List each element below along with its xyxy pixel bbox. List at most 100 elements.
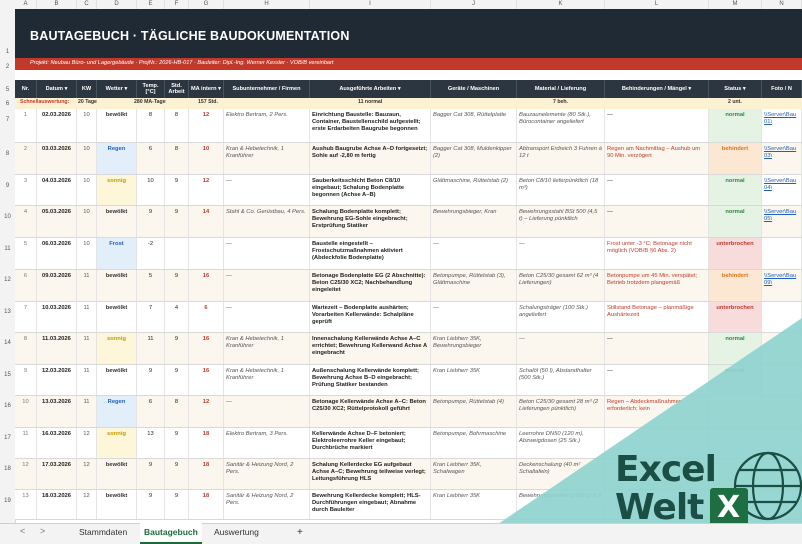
- cell-issues[interactable]: Regen am Nachmittag – Aushub um 90 Min. …: [605, 143, 709, 174]
- cell-material[interactable]: Beton C25/30 gesamt 62 m³ (4 Lieferungen…: [517, 270, 605, 301]
- column-header[interactable]: E: [137, 0, 165, 9]
- cell-work[interactable]: Aushub Baugrube Achse A–D fortgesetzt; S…: [310, 143, 431, 174]
- cell-status[interactable]: normal: [709, 333, 762, 364]
- cell-date[interactable]: 12.03.2026: [37, 365, 77, 395]
- cell-temp[interactable]: 5: [137, 270, 165, 301]
- row-number[interactable]: 13: [0, 309, 15, 315]
- row-number[interactable]: 17: [0, 435, 15, 441]
- cell-issues[interactable]: —: [605, 109, 709, 142]
- cell-status[interactable]: normal: [709, 109, 762, 142]
- cell-equipment[interactable]: Glättmaschine, Rüttelstab (2): [431, 175, 517, 205]
- cell-weather[interactable]: Regen: [97, 396, 137, 427]
- cell-hours[interactable]: 9: [165, 490, 189, 519]
- cell-status[interactable]: normal: [709, 175, 762, 205]
- column-header[interactable]: M: [709, 0, 762, 9]
- cell-subcontractor[interactable]: —: [224, 238, 310, 269]
- cell-issues[interactable]: —: [605, 206, 709, 237]
- cell-nr[interactable]: 4: [15, 206, 37, 237]
- row-number[interactable]: 16: [0, 403, 15, 409]
- cell-equipment[interactable]: Kran Liebherr 35K, Schalwagen: [431, 459, 517, 489]
- cell-status[interactable]: [709, 459, 762, 489]
- cell-weather[interactable]: bewölkt: [97, 270, 137, 301]
- cell-date[interactable]: 17.03.2026: [37, 459, 77, 489]
- header-subcontractor[interactable]: Subunternehmer / Firmen: [224, 80, 310, 98]
- cell-issues[interactable]: Stillstand Betonage – planmäßige Aushärt…: [605, 302, 709, 332]
- cell-photo-link[interactable]: [762, 490, 802, 519]
- row-number[interactable]: 1: [0, 49, 15, 55]
- column-header[interactable]: J: [431, 0, 517, 9]
- cell-work[interactable]: Wartezeit – Bodenplatte aushärten; Vorar…: [310, 302, 431, 332]
- cell-work[interactable]: Bewehrung Kellerdecke komplett; HLS-Durc…: [310, 490, 431, 519]
- cell-hours[interactable]: 8: [165, 109, 189, 142]
- cell-subcontractor[interactable]: —: [224, 175, 310, 205]
- cell-issues[interactable]: —: [605, 175, 709, 205]
- row-number[interactable]: 8: [0, 151, 15, 157]
- header-weather[interactable]: Wetter ▾: [97, 80, 137, 98]
- cell-ma[interactable]: 16: [189, 270, 224, 301]
- cell-nr[interactable]: 13: [15, 490, 37, 519]
- tab-stammdaten[interactable]: Stammdaten: [75, 523, 131, 542]
- cell-nr[interactable]: 6: [15, 270, 37, 301]
- cell-material[interactable]: —: [517, 238, 605, 269]
- cell-date[interactable]: 09.03.2026: [37, 270, 77, 301]
- cell-subcontractor[interactable]: —: [224, 396, 310, 427]
- cell-kw[interactable]: 10: [77, 109, 97, 142]
- cell-date[interactable]: 13.03.2026: [37, 396, 77, 427]
- cell-subcontractor[interactable]: Kran & Hebetechnik, 1 Kranführer: [224, 333, 310, 364]
- cell-photo-link[interactable]: \\Server\Bau 05\: [762, 206, 802, 237]
- cell-photo-link[interactable]: [762, 459, 802, 489]
- cell-temp[interactable]: 11: [137, 333, 165, 364]
- tab-scroll-next-icon[interactable]: >: [40, 526, 45, 536]
- cell-temp[interactable]: 7: [137, 302, 165, 332]
- cell-nr[interactable]: 7: [15, 302, 37, 332]
- cell-subcontractor[interactable]: Stahl & Co. Gerüstbau, 4 Pers.: [224, 206, 310, 237]
- cell-equipment[interactable]: Betonpumpe, Rüttelstab (4): [431, 396, 517, 427]
- cell-weather[interactable]: bewölkt: [97, 459, 137, 489]
- cell-hours[interactable]: 8: [165, 396, 189, 427]
- cell-status[interactable]: behindert: [709, 143, 762, 174]
- cell-equipment[interactable]: Kran Liebherr 35K: [431, 365, 517, 395]
- cell-issues[interactable]: Frost unter -3 °C; Betonage nicht möglic…: [605, 238, 709, 269]
- tab-scroll-prev-icon[interactable]: <: [20, 526, 25, 536]
- cell-nr[interactable]: 2: [15, 143, 37, 174]
- cell-equipment[interactable]: Bagger Cat 308, Muldenkipper (2): [431, 143, 517, 174]
- header-material[interactable]: Material / Lieferung: [517, 80, 605, 98]
- column-header[interactable]: K: [517, 0, 605, 9]
- column-header[interactable]: D: [97, 0, 137, 9]
- cell-work[interactable]: Schalung Bodenplatte komplett; Bewehrung…: [310, 206, 431, 237]
- cell-hours[interactable]: 9: [165, 365, 189, 395]
- cell-subcontractor[interactable]: —: [224, 302, 310, 332]
- cell-temp[interactable]: 9: [137, 490, 165, 519]
- cell-photo-link[interactable]: \\Server\Bau 03\: [762, 143, 802, 174]
- cell-nr[interactable]: 12: [15, 459, 37, 489]
- cell-equipment[interactable]: —: [431, 238, 517, 269]
- cell-issues[interactable]: Betonpumpe um 45 Min. verspätet; Betrieb…: [605, 270, 709, 301]
- cell-date[interactable]: 06.03.2026: [37, 238, 77, 269]
- cell-temp[interactable]: 13: [137, 428, 165, 458]
- cell-work[interactable]: Betonage Kellerwände Achse A–C: Beton C2…: [310, 396, 431, 427]
- tab-auswertung[interactable]: Auswertung: [210, 523, 263, 542]
- cell-date[interactable]: 04.03.2026: [37, 175, 77, 205]
- cell-work[interactable]: Betonage Bodenplatte EG (2 Abschnitte): …: [310, 270, 431, 301]
- cell-photo-link[interactable]: [762, 302, 802, 332]
- cell-issues[interactable]: —: [605, 365, 709, 395]
- cell-date[interactable]: 02.03.2026: [37, 109, 77, 142]
- cell-kw[interactable]: 10: [77, 206, 97, 237]
- column-header[interactable]: F: [165, 0, 189, 9]
- cell-equipment[interactable]: —: [431, 302, 517, 332]
- cell-nr[interactable]: 3: [15, 175, 37, 205]
- cell-temp[interactable]: 9: [137, 206, 165, 237]
- cell-photo-link[interactable]: \\Server\Bau 04\: [762, 175, 802, 205]
- cell-work[interactable]: Außenschalung Kellerwände komplett; Bewe…: [310, 365, 431, 395]
- header-work[interactable]: Ausgeführte Arbeiten ▾: [310, 80, 431, 98]
- row-number[interactable]: 7: [0, 117, 15, 123]
- row-number[interactable]: 10: [0, 214, 15, 220]
- cell-equipment[interactable]: Betonpumpe, Bohrmaschine: [431, 428, 517, 458]
- cell-subcontractor[interactable]: Elektro Bertram, 2 Pers.: [224, 109, 310, 142]
- cell-temp[interactable]: 10: [137, 175, 165, 205]
- cell-nr[interactable]: 9: [15, 365, 37, 395]
- cell-kw[interactable]: 12: [77, 459, 97, 489]
- cell-equipment[interactable]: Bewehrungsbieger, Kran: [431, 206, 517, 237]
- cell-status[interactable]: [709, 396, 762, 427]
- cell-material[interactable]: Bewehrungsstahl BSt 500 (4,5 t) – Liefer…: [517, 206, 605, 237]
